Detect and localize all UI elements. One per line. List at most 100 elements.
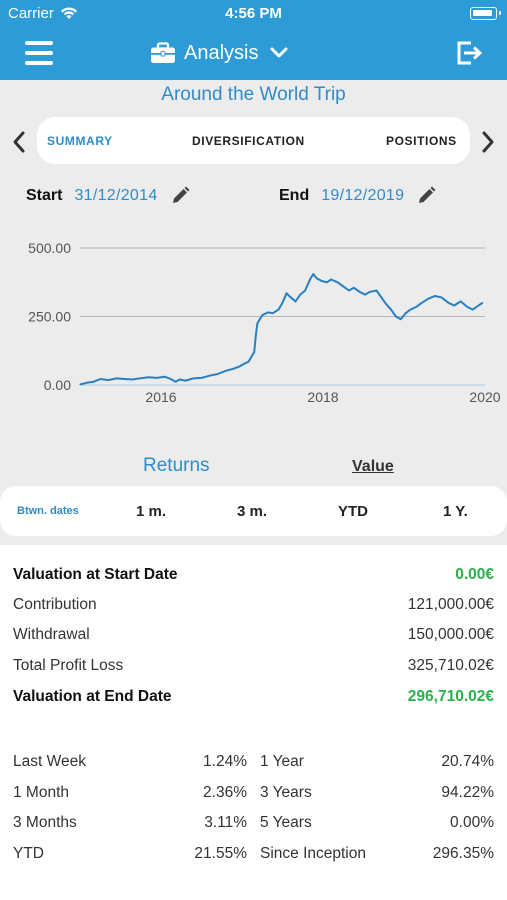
data-point	[99, 378, 101, 380]
data-point	[170, 378, 172, 380]
data-point	[385, 303, 387, 305]
data-point	[251, 354, 254, 356]
data-point	[309, 278, 311, 281]
data-point	[353, 287, 355, 289]
data-point	[107, 379, 109, 381]
return-value: 0.00%	[450, 814, 494, 831]
data-point	[380, 296, 382, 298]
start-date-label: Start	[26, 187, 63, 204]
x-tick-label: 2020	[469, 389, 500, 405]
data-point	[148, 376, 150, 378]
return-label: 3 Months	[13, 814, 77, 831]
data-point	[294, 300, 297, 302]
valuation-row: Valuation at Start Date 0.00€	[13, 566, 494, 588]
data-point	[217, 373, 219, 375]
data-point	[415, 306, 417, 308]
nav-title: Analysis	[184, 41, 259, 64]
data-point	[79, 383, 81, 386]
pencil-icon[interactable]	[416, 186, 436, 206]
data-point	[315, 277, 318, 279]
data-point	[364, 294, 366, 296]
data-point	[447, 302, 450, 304]
data-point	[243, 363, 245, 365]
return-value: 1.24%	[203, 753, 247, 770]
analysis-dropdown[interactable]: Analysis	[150, 38, 288, 68]
data-point	[460, 300, 462, 302]
data-point	[255, 335, 257, 337]
valuation-row: Valuation at End Date 296,710.02€	[13, 688, 494, 710]
valuation-label: Total Profit Loss	[13, 657, 124, 674]
valuation-value: 121,000.00€	[407, 596, 494, 613]
data-point	[434, 295, 436, 297]
return-label: 5 Years	[260, 814, 312, 831]
hamburger-menu-icon[interactable]	[25, 41, 53, 65]
nav-bar: Analysis	[0, 28, 507, 80]
valuation-value: 296,710.02€	[407, 688, 494, 705]
return-label: 1 Year	[260, 753, 304, 770]
logout-icon[interactable]	[455, 39, 483, 67]
start-date-value[interactable]: 31/12/2014	[74, 187, 157, 205]
data-point	[472, 309, 474, 311]
return-value: 94.22%	[441, 784, 494, 801]
data-point	[290, 296, 292, 298]
return-value: 296.35%	[432, 845, 494, 862]
chevron-left-icon[interactable]	[10, 130, 28, 154]
return-value: 21.55%	[194, 845, 247, 862]
data-point	[277, 309, 280, 311]
chevron-down-icon	[270, 47, 288, 58]
data-point	[395, 315, 397, 318]
return-label: 1 Month	[13, 784, 70, 801]
period-between-dates[interactable]: Btwn. dates	[17, 505, 79, 517]
data-point	[156, 377, 158, 379]
tab-summary[interactable]: SUMMARY	[47, 134, 113, 148]
valuation-label: Valuation at End Date	[13, 688, 172, 705]
data-point	[326, 281, 328, 283]
tab-diversification[interactable]: DIVERSIFICATION	[192, 134, 305, 148]
data-point	[342, 285, 344, 287]
period-selector: Btwn. dates 1 m. 3 m. YTD 1 Y.	[0, 486, 507, 536]
value-chart: 500.00 250.00 0.00 2016 2018 2020	[28, 240, 501, 405]
return-label: Since Inception	[260, 845, 366, 862]
data-point	[453, 304, 455, 307]
period-1-month[interactable]: 1 m.	[136, 503, 166, 520]
x-tick-label: 2016	[145, 389, 176, 405]
data-point	[140, 377, 142, 379]
valuation-row: Total Profit Loss 325,710.02€	[13, 657, 494, 679]
data-point	[253, 351, 255, 353]
data-point	[233, 368, 235, 370]
data-point	[375, 289, 378, 292]
data-point	[440, 296, 442, 298]
data-point	[247, 361, 250, 363]
data-point	[239, 365, 241, 367]
tab-positions[interactable]: POSITIONS	[386, 134, 457, 148]
data-point	[93, 381, 95, 383]
data-point	[390, 309, 392, 311]
data-point	[337, 281, 339, 283]
battery-icon	[470, 7, 501, 20]
chevron-right-icon[interactable]	[479, 130, 497, 154]
return-label: 3 Years	[260, 784, 312, 801]
data-point	[466, 306, 468, 308]
tab-bar: SUMMARY DIVERSIFICATION POSITIONS	[37, 117, 470, 164]
valuation-value: 0.00€	[455, 566, 494, 583]
value-toggle[interactable]: Value	[352, 458, 394, 476]
data-point	[132, 378, 134, 381]
end-date-value[interactable]: 19/12/2019	[321, 187, 404, 205]
data-point	[256, 322, 258, 324]
data-point	[427, 298, 429, 300]
period-3-months[interactable]: 3 m.	[237, 503, 267, 520]
status-time: 4:56 PM	[225, 5, 282, 22]
valuation-row: Withdrawal 150,000.00€	[13, 626, 494, 648]
data-point	[405, 312, 407, 314]
pencil-icon[interactable]	[170, 186, 190, 206]
end-date-label: End	[279, 187, 310, 204]
status-bar: Carrier 4:56 PM	[0, 0, 507, 28]
return-value: 3.11%	[204, 814, 247, 831]
valuation-row: Contribution 121,000.00€	[13, 596, 494, 618]
data-point	[320, 280, 322, 282]
period-1-year[interactable]: 1 Y.	[443, 503, 468, 520]
valuation-value: 325,710.02€	[407, 657, 494, 674]
data-point	[477, 304, 480, 307]
returns-toggle[interactable]: Returns	[143, 455, 210, 477]
period-ytd[interactable]: YTD	[338, 503, 368, 520]
